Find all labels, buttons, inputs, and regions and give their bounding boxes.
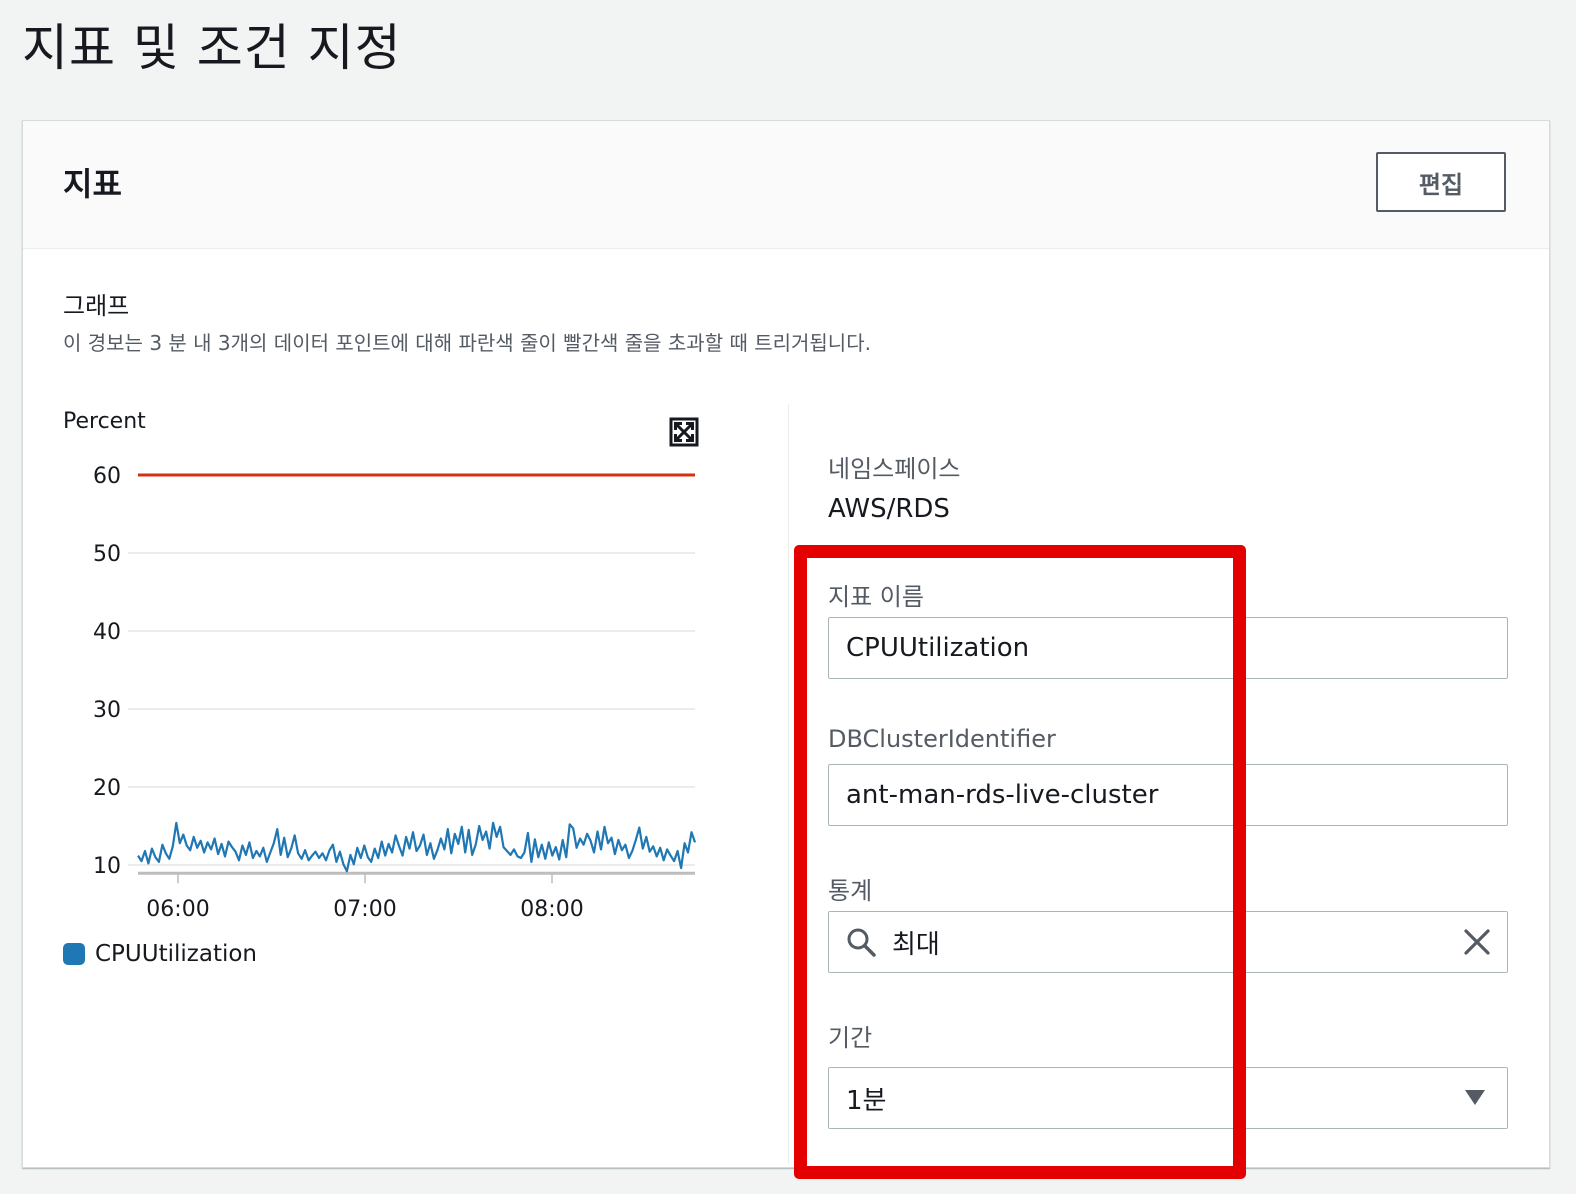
search-icon <box>847 928 876 957</box>
namespace-value: AWS/RDS <box>828 494 950 524</box>
statistic-label: 통계 <box>828 877 873 905</box>
y-tick-label: 50 <box>93 542 121 567</box>
cpu-line-chart: 60 50 40 30 20 10 06:00 07:00 08:00 <box>93 464 697 922</box>
period-label: 기간 <box>828 1024 873 1052</box>
panel-title: 지표 <box>63 165 122 203</box>
chart-legend: CPUUtilization <box>63 941 257 967</box>
page-title: 지표 및 조건 지정 <box>22 19 402 77</box>
caret-down-icon <box>1465 1090 1485 1105</box>
statistic-input[interactable]: 최대 <box>828 911 1508 973</box>
cluster-label: DBClusterIdentifier <box>828 725 1056 753</box>
metric-name-label: 지표 이름 <box>828 583 924 611</box>
y-tick-label: 30 <box>93 698 121 723</box>
x-tick-label: 07:00 <box>333 897 396 922</box>
column-divider <box>788 404 789 1164</box>
namespace-label: 네임스페이스 <box>828 455 961 483</box>
expand-icon[interactable] <box>669 417 699 447</box>
edit-button[interactable]: 편집 <box>1376 152 1506 212</box>
period-value: 1분 <box>846 1085 887 1116</box>
legend-label: CPUUtilization <box>95 941 258 967</box>
cluster-value: ant-man-rds-live-cluster <box>846 780 1159 810</box>
period-select[interactable]: 1분 <box>828 1067 1508 1129</box>
metric-panel: 지표 편집 그래프 이 경보는 3 분 내 3개의 데이터 포인트에 대해 파란… <box>22 120 1550 1179</box>
metric-name-value: CPUUtilization <box>846 633 1030 663</box>
statistic-value: 최대 <box>892 929 940 960</box>
cluster-input[interactable]: ant-man-rds-live-cluster <box>828 764 1508 826</box>
x-tick-label: 06:00 <box>146 897 209 922</box>
metric-name-input[interactable]: CPUUtilization <box>828 617 1508 679</box>
x-tick-label: 08:00 <box>520 897 583 922</box>
legend-swatch <box>63 943 85 965</box>
y-tick-label: 10 <box>93 854 121 879</box>
y-tick-label: 60 <box>93 464 121 489</box>
chart-y-label: Percent <box>63 409 146 434</box>
graph-description: 이 경보는 3 분 내 3개의 데이터 포인트에 대해 파란색 줄이 빨간색 줄… <box>63 331 871 355</box>
y-tick-label: 40 <box>93 620 121 645</box>
close-icon[interactable] <box>1462 927 1492 957</box>
panel-header: 지표 편집 <box>23 121 1549 249</box>
cpu-series-line <box>137 821 697 873</box>
y-tick-label: 20 <box>93 776 121 801</box>
graph-label: 그래프 <box>63 292 130 320</box>
